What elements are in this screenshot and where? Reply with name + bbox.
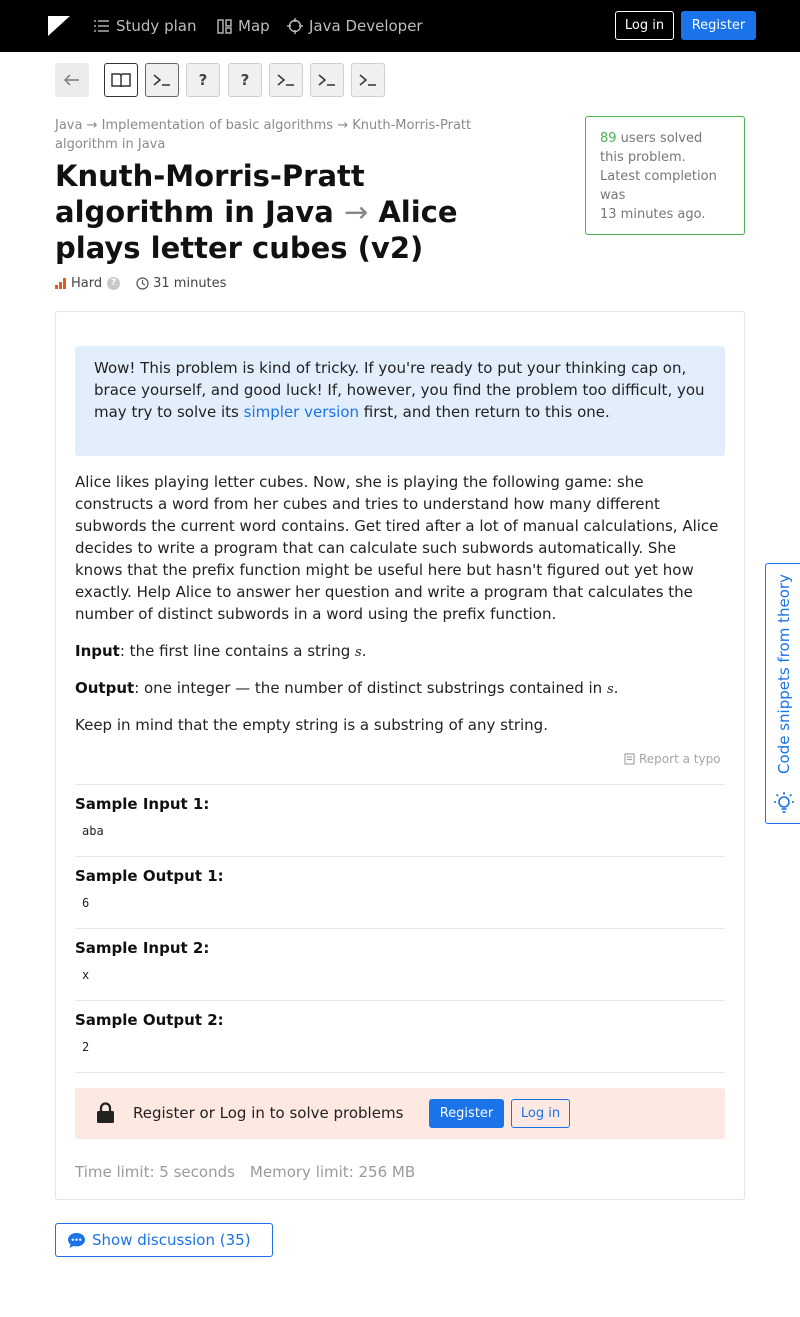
- time-estimate: 31 minutes: [153, 275, 227, 291]
- show-discussion-label: Show discussion (35): [92, 1231, 251, 1249]
- divider: [75, 1072, 725, 1073]
- alert-text-end: first, and then return to this one.: [359, 403, 610, 421]
- register-button[interactable]: Register: [681, 11, 756, 40]
- hyperskill-logo[interactable]: [48, 16, 70, 36]
- difficulty-help-icon[interactable]: ?: [107, 276, 121, 290]
- sample-output-1-label: Sample Output 1:: [75, 867, 224, 885]
- output-text: : one integer — the number of distinct s…: [134, 679, 607, 697]
- breadcrumb-separator: →: [337, 118, 349, 133]
- back-arrow-icon: [64, 74, 79, 86]
- target-icon: [287, 18, 303, 34]
- title-topic[interactable]: Knuth-Morris-Pratt algorithm in Java: [55, 159, 365, 229]
- sample-input-1-value: aba: [82, 824, 104, 838]
- login-button[interactable]: Log in: [615, 11, 674, 40]
- show-discussion-button[interactable]: Show discussion (35): [55, 1223, 273, 1257]
- solved-last: 13 minutes ago.: [600, 207, 706, 222]
- nav-track[interactable]: Java Developer: [287, 16, 423, 36]
- problem-description: Alice likes playing letter cubes. Now, s…: [75, 473, 719, 623]
- report-typo-link[interactable]: Report a typo: [624, 752, 721, 766]
- input-period: .: [361, 642, 367, 660]
- top-bar: Study plan Map Java Developer Log in Reg…: [0, 0, 800, 52]
- divider: [75, 928, 725, 929]
- solved-text: users solved this problem. Latest comple…: [600, 131, 717, 203]
- breadcrumb-item-java[interactable]: Java: [55, 118, 82, 133]
- terminal-icon: [318, 74, 335, 86]
- list-icon: [94, 20, 109, 32]
- breadcrumb-separator: →: [86, 118, 98, 133]
- stage-code-button-2[interactable]: [310, 63, 344, 97]
- login-to-solve-button[interactable]: Log in: [511, 1099, 570, 1128]
- terminal-icon: [277, 74, 294, 86]
- code-snippets-tab[interactable]: Code snippets from theory: [765, 563, 800, 824]
- var-s: s: [355, 645, 362, 660]
- question-icon: ?: [240, 71, 250, 89]
- login-required-text: Register or Log in to solve problems: [133, 1104, 404, 1122]
- sample-input-2-label: Sample Input 2:: [75, 939, 210, 957]
- back-button[interactable]: [55, 63, 89, 97]
- terminal-icon: [359, 74, 376, 86]
- terminal-icon: [153, 74, 170, 86]
- sample-input-1-label: Sample Input 1:: [75, 795, 210, 813]
- difficulty-label: Hard: [71, 275, 103, 291]
- stage-quiz-button-1[interactable]: ?: [186, 63, 220, 97]
- sample-output-2-label: Sample Output 2:: [75, 1011, 224, 1029]
- clock-icon: [136, 276, 149, 290]
- breadcrumb-item-algorithms[interactable]: Implementation of basic algorithms: [102, 118, 333, 133]
- stage-code-button-3[interactable]: [351, 63, 385, 97]
- nav-map[interactable]: Map: [217, 16, 270, 36]
- nav-track-label: Java Developer: [309, 17, 423, 35]
- simpler-version-link[interactable]: simpler version: [244, 403, 359, 421]
- book-icon: [111, 73, 131, 88]
- document-icon: [624, 753, 635, 765]
- stage-theory-button[interactable]: [104, 63, 138, 97]
- empty-string-note: Keep in mind that the empty string is a …: [75, 716, 548, 734]
- map-icon: [217, 18, 232, 34]
- divider: [75, 1000, 725, 1001]
- output-label: Output: [75, 679, 135, 697]
- input-spec: Input: the first line contains a string …: [75, 640, 725, 664]
- title-arrow: →: [343, 195, 369, 229]
- code-snippets-label: Code snippets from theory: [775, 574, 793, 774]
- output-period: .: [613, 679, 619, 697]
- solved-count: 89: [600, 131, 617, 146]
- nav-study-plan[interactable]: Study plan: [93, 16, 196, 36]
- input-label: Input: [75, 642, 120, 660]
- time-limit: Time limit: 5 seconds: [75, 1163, 235, 1181]
- breadcrumb: Java → Implementation of basic algorithm…: [55, 116, 525, 154]
- sample-output-2-value: 2: [82, 1040, 90, 1054]
- register-to-solve-button[interactable]: Register: [429, 1099, 504, 1128]
- login-required-banner: Register or Log in to solve problems Reg…: [75, 1088, 725, 1139]
- divider: [75, 784, 725, 785]
- nav-study-plan-label: Study plan: [116, 17, 197, 35]
- divider: [75, 856, 725, 857]
- report-typo-label: Report a typo: [639, 752, 721, 766]
- question-icon: ?: [198, 71, 208, 89]
- page-title: Knuth-Morris-Pratt algorithm in Java → A…: [55, 158, 525, 266]
- limits: Time limit: 5 seconds Memory limit: 256 M…: [75, 1163, 415, 1181]
- memory-limit: Memory limit: 256 MB: [249, 1163, 416, 1181]
- problem-meta: Hard ? 31 minutes: [55, 274, 226, 292]
- chat-bubble-icon: [68, 1232, 85, 1248]
- input-text: : the first line contains a string: [119, 642, 356, 660]
- nav-map-label: Map: [238, 17, 270, 35]
- lock-icon: [97, 1102, 114, 1123]
- stage-quiz-button-2[interactable]: ?: [228, 63, 262, 97]
- stage-code-button-1[interactable]: [269, 63, 303, 97]
- solved-stats: 89 users solved this problem. Latest com…: [585, 116, 745, 235]
- sample-input-2-value: x: [82, 968, 90, 982]
- difficulty-icon: [55, 277, 66, 289]
- var-s: s: [606, 682, 614, 697]
- difficulty-alert: Wow! This problem is kind of tricky. If …: [75, 346, 725, 456]
- sample-output-1-value: 6: [82, 896, 90, 910]
- output-spec: Output: one integer — the number of dist…: [75, 677, 725, 701]
- stage-current-button[interactable]: [145, 63, 179, 97]
- lightbulb-icon: [774, 792, 794, 813]
